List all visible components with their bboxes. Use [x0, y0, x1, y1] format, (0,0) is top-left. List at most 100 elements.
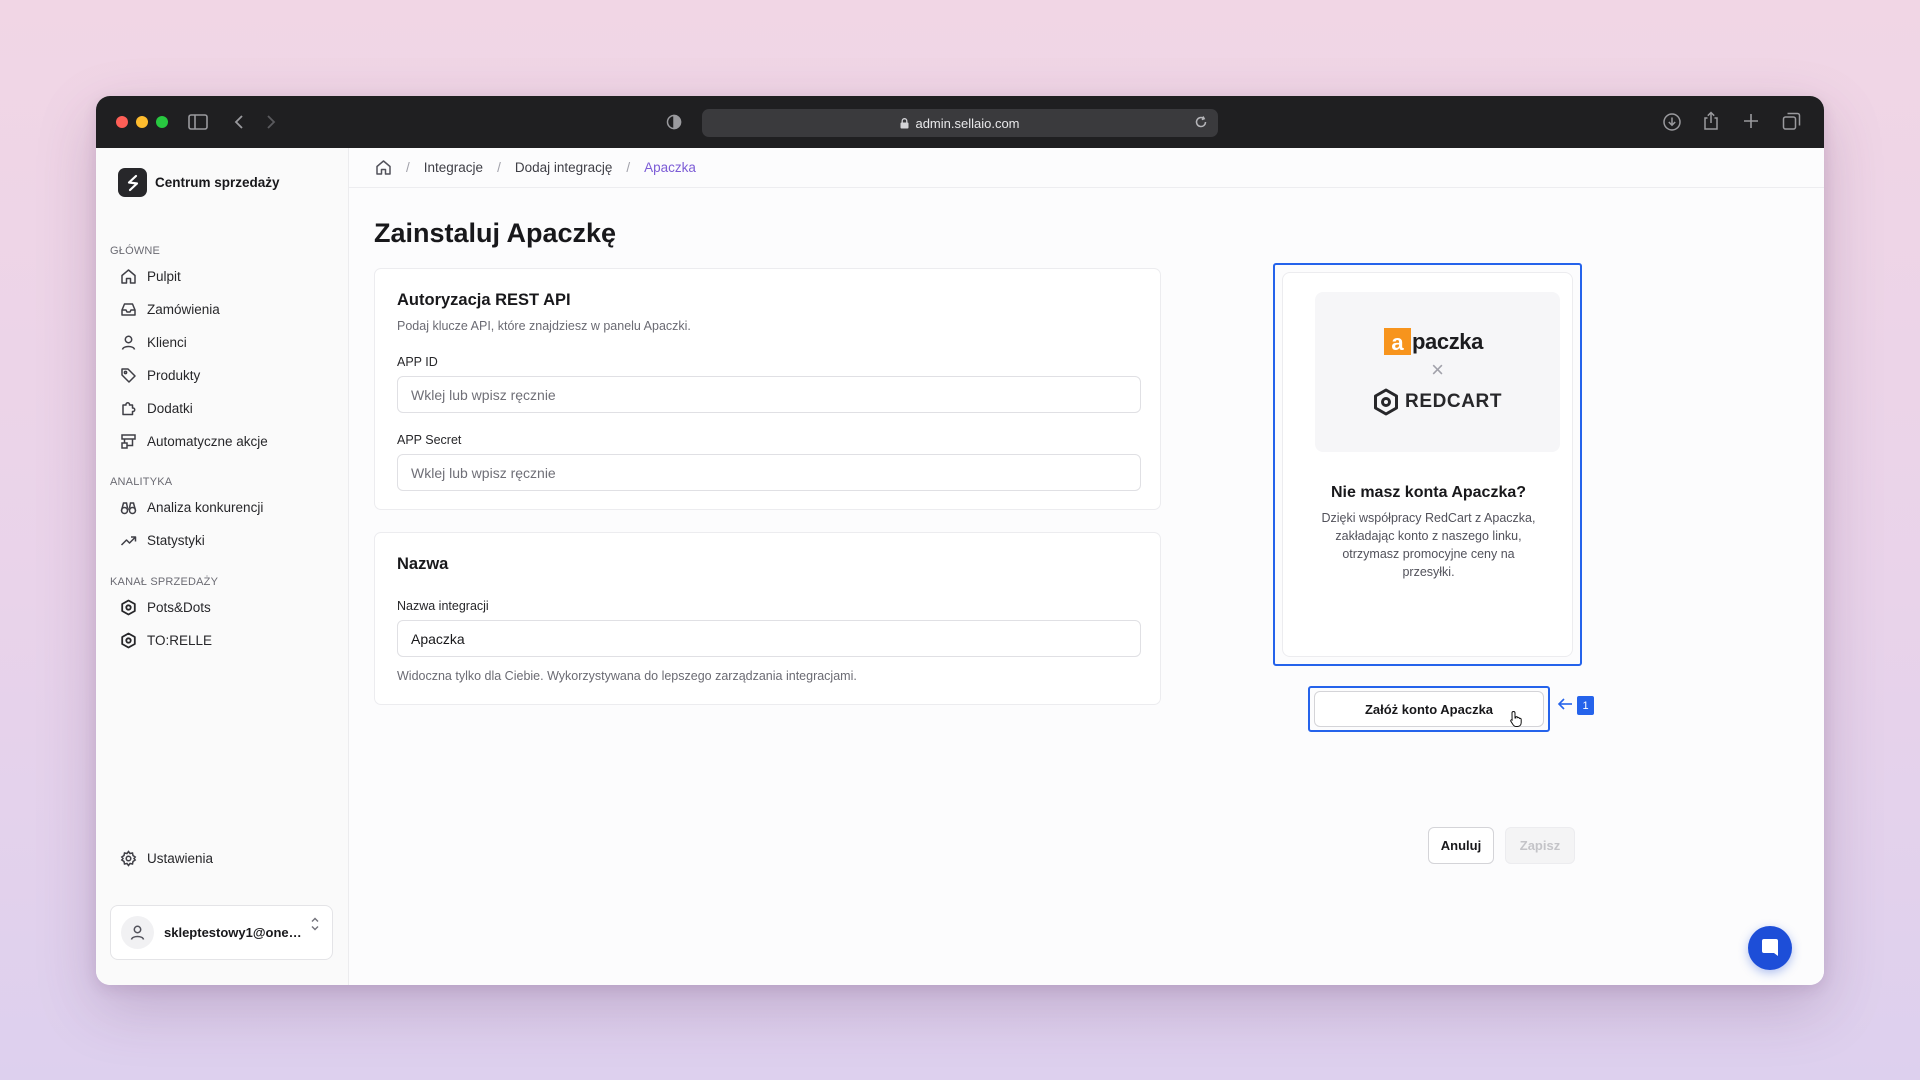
home-icon — [121, 268, 136, 284]
sidebar-toggle-icon[interactable] — [188, 114, 208, 130]
sidebar-item-label: Ustawienia — [147, 850, 214, 866]
sidebar-item-ustawienia[interactable]: Ustawienia — [120, 847, 213, 869]
avatar — [121, 916, 154, 949]
integration-name-label: Nazwa integracji — [397, 599, 489, 613]
sidebar-item-zamowienia[interactable]: Zamówienia — [120, 298, 220, 320]
inbox-icon — [121, 302, 136, 316]
user-icon — [130, 925, 145, 940]
close-window-button[interactable] — [116, 116, 128, 128]
breadcrumb: / Integracje / Dodaj integrację / Apaczk… — [349, 148, 1824, 188]
main-content: / Integracje / Dodaj integrację / Apaczk… — [349, 148, 1824, 985]
sidebar-item-klienci[interactable]: Klienci — [120, 331, 187, 353]
chevron-up-down-icon — [310, 916, 320, 937]
sidebar-item-label: Produkty — [147, 367, 201, 383]
store-channel-icon — [121, 632, 136, 648]
section-title-main: GŁÓWNE — [110, 245, 161, 257]
sidebar-item-torelle[interactable]: TO:RELLE — [120, 629, 212, 651]
apaczka-promo-card: a paczka × REDCART Nie masz konta Apaczk… — [1282, 272, 1573, 657]
breadcrumb-current: Apaczka — [644, 160, 696, 175]
chat-launcher-button[interactable] — [1748, 926, 1792, 970]
puzzle-icon — [122, 401, 136, 415]
rest-api-auth-card: Autoryzacja REST API Podaj klucze API, k… — [374, 268, 1161, 510]
app-secret-input[interactable] — [397, 454, 1141, 491]
sidebar-item-label: Zamówienia — [147, 301, 220, 317]
card-title: Nazwa — [397, 555, 449, 573]
download-icon[interactable] — [1662, 112, 1682, 132]
redcart-logo-icon — [1374, 388, 1398, 416]
sidebar-item-label: TO:RELLE — [147, 632, 213, 648]
breadcrumb-separator: / — [406, 160, 410, 175]
page-title: Zainstaluj Apaczkę — [374, 218, 617, 248]
reload-icon[interactable] — [1194, 115, 1208, 132]
breadcrumb-separator: / — [497, 160, 501, 175]
browser-window: admin.sellaio.com Centrum sprzedaży GŁÓW… — [96, 96, 1824, 985]
integration-name-card: Nazwa Nazwa integracji Widoczna tylko dl… — [374, 532, 1161, 705]
brand-name: Centrum sprzedaży — [155, 175, 280, 190]
browser-titlebar: admin.sellaio.com — [96, 96, 1824, 148]
pointer-cursor-icon — [1509, 710, 1524, 733]
store-channel-icon — [121, 599, 136, 615]
app-id-input[interactable] — [397, 376, 1141, 413]
integration-name-input[interactable] — [397, 620, 1141, 657]
trending-up-icon — [120, 535, 137, 546]
arrow-left-icon — [1557, 697, 1573, 716]
cross-icon: × — [1431, 357, 1444, 382]
sidebar: Centrum sprzedaży GŁÓWNE Pulpit Zamówien… — [96, 148, 349, 985]
sidebar-item-label: Pulpit — [147, 268, 181, 284]
tag-icon — [121, 367, 136, 383]
workflow-icon — [121, 433, 136, 449]
sidebar-item-dodatki[interactable]: Dodatki — [120, 397, 193, 419]
sidebar-item-produkty[interactable]: Produkty — [120, 364, 200, 386]
breadcrumb-separator: / — [626, 160, 631, 175]
card-subtitle: Podaj klucze API, które znajdziesz w pan… — [397, 319, 691, 333]
share-icon[interactable] — [1702, 111, 1720, 131]
gear-icon — [120, 849, 137, 867]
url-text: admin.sellaio.com — [915, 115, 1020, 131]
brand-logo-icon — [118, 168, 147, 197]
user-icon — [121, 335, 136, 350]
back-icon[interactable] — [234, 114, 244, 130]
sidebar-item-label: Automatyczne akcje — [147, 433, 268, 449]
card-title: Autoryzacja REST API — [397, 291, 571, 309]
save-button[interactable]: Zapisz — [1505, 827, 1575, 864]
breadcrumb-dodaj-integracje[interactable]: Dodaj integrację — [515, 160, 613, 175]
annotation-badge: 1 — [1577, 696, 1594, 715]
section-title-analytics: ANALITYKA — [110, 476, 173, 488]
lock-icon — [900, 117, 909, 128]
partner-logos: a paczka × REDCART — [1315, 292, 1560, 452]
sidebar-item-label: Analiza konkurencji — [147, 499, 264, 515]
breadcrumb-integracje[interactable]: Integracje — [424, 160, 483, 175]
sidebar-item-pulpit[interactable]: Pulpit — [120, 265, 181, 287]
apaczka-logo-letter: a — [1384, 328, 1411, 355]
address-bar[interactable]: admin.sellaio.com — [702, 109, 1218, 137]
section-title-sales-channel: KANAŁ SPRZEDAŻY — [110, 576, 219, 588]
sidebar-item-label: Statystyki — [147, 532, 205, 548]
redcart-logo-text: REDCART — [1405, 391, 1503, 412]
apaczka-logo: a paczka — [1384, 328, 1483, 355]
forward-icon[interactable] — [266, 114, 276, 130]
integration-name-hint: Widoczna tylko dla Ciebie. Wykorzystywan… — [397, 669, 857, 683]
promo-description: Dzięki współpracy RedCart z Apaczka, zak… — [1321, 511, 1536, 579]
user-email: skleptestowy1@onet.pl — [164, 925, 304, 940]
brand[interactable]: Centrum sprzedaży — [118, 168, 280, 197]
binoculars-icon — [120, 501, 137, 514]
apaczka-logo-text: paczka — [1412, 328, 1483, 354]
new-tab-icon[interactable] — [1742, 112, 1760, 130]
app-id-label: APP ID — [397, 355, 438, 369]
minimize-window-button[interactable] — [136, 116, 148, 128]
promo-title: Nie masz konta Apaczka? — [1330, 484, 1527, 501]
sidebar-item-statystyki[interactable]: Statystyki — [120, 529, 205, 551]
maximize-window-button[interactable] — [156, 116, 168, 128]
sidebar-item-label: Dodatki — [147, 400, 193, 416]
cancel-button[interactable]: Anuluj — [1428, 827, 1494, 864]
home-icon[interactable] — [375, 159, 392, 176]
chat-icon — [1762, 939, 1778, 956]
privacy-shield-icon[interactable] — [666, 114, 682, 130]
sidebar-item-automatyczne-akcje[interactable]: Automatyczne akcje — [120, 430, 268, 452]
user-account-switcher[interactable]: skleptestowy1@onet.pl — [110, 905, 333, 960]
sidebar-item-analiza-konkurencji[interactable]: Analiza konkurencji — [120, 496, 263, 518]
redcart-logo: REDCART — [1373, 388, 1502, 416]
sidebar-item-label: Pots&Dots — [147, 599, 211, 615]
sidebar-item-pots-dots[interactable]: Pots&Dots — [120, 596, 211, 618]
tab-overview-icon[interactable] — [1782, 112, 1801, 131]
